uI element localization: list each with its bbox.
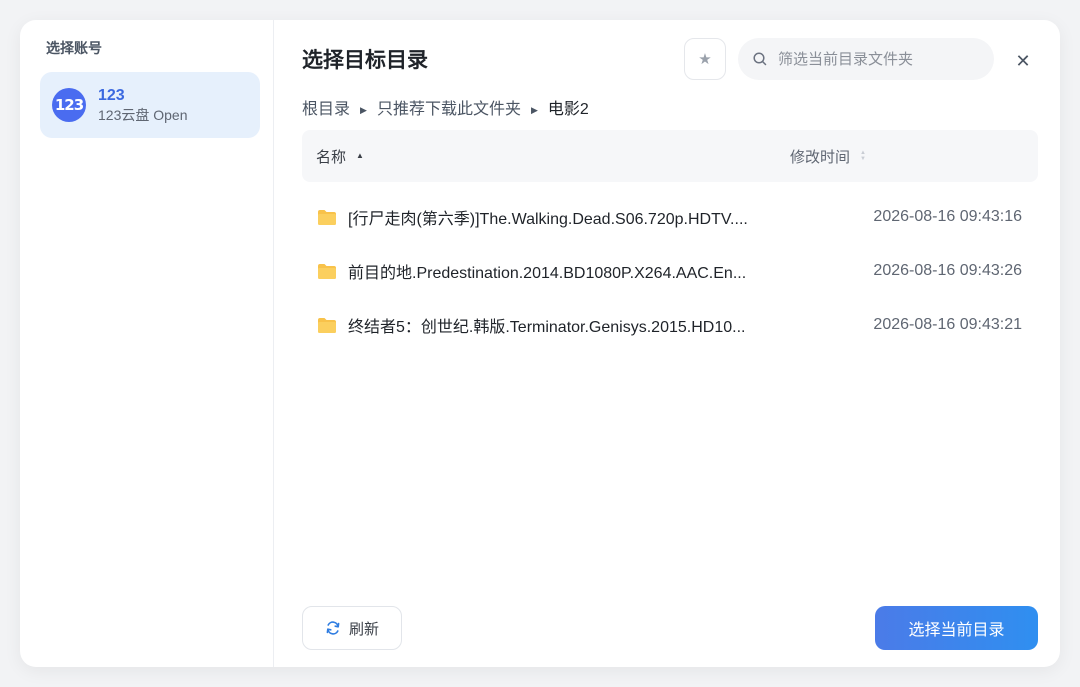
modified-time: 2026-08-16 09:43:26 bbox=[873, 262, 1022, 279]
directory-panel: 选择目标目录 ★ ✕ 根目录 ▶ 只推荐下载此文件夹 ▶ 电影2 名称 ▲ bbox=[274, 20, 1060, 667]
folder-icon bbox=[318, 210, 336, 225]
sort-ascending-icon: ▲ bbox=[356, 151, 364, 160]
breadcrumb: 根目录 ▶ 只推荐下载此文件夹 ▶ 电影2 bbox=[302, 100, 589, 120]
column-name-label: 名称 bbox=[316, 148, 347, 166]
folder-list: [行尸走肉(第六季)]The.Walking.Dead.S06.720p.HDT… bbox=[302, 190, 1038, 352]
modified-time: 2026-08-16 09:43:21 bbox=[873, 316, 1022, 333]
sort-icon: ▲ ▼ bbox=[860, 150, 866, 162]
table-row[interactable]: [行尸走肉(第六季)]The.Walking.Dead.S06.720p.HDT… bbox=[302, 190, 1038, 244]
select-current-directory-button[interactable]: 选择当前目录 bbox=[875, 606, 1038, 650]
account-item-123[interactable]: 123 123 123云盘 Open bbox=[40, 72, 260, 138]
table-row[interactable]: 前目的地.Predestination.2014.BD1080P.X264.AA… bbox=[302, 244, 1038, 298]
search-icon bbox=[752, 51, 768, 67]
folder-icon bbox=[318, 264, 336, 279]
account-subtitle: 123云盘 Open bbox=[98, 107, 188, 123]
account-sidebar: 选择账号 123 123 123云盘 Open bbox=[20, 20, 274, 667]
column-modified-label: 修改时间 bbox=[790, 148, 851, 166]
sidebar-title: 选择账号 bbox=[46, 40, 102, 56]
select-directory-dialog: 选择账号 123 123 123云盘 Open 选择目标目录 ★ ✕ 根目录 ▶… bbox=[20, 20, 1060, 667]
folder-name: 前目的地.Predestination.2014.BD1080P.X264.AA… bbox=[348, 265, 747, 282]
chevron-right-icon: ▶ bbox=[360, 105, 367, 115]
breadcrumb-root[interactable]: 根目录 bbox=[302, 100, 350, 120]
breadcrumb-current: 电影2 bbox=[547, 101, 589, 118]
column-name-header[interactable]: 名称 ▲ bbox=[316, 146, 364, 167]
search-box[interactable] bbox=[738, 38, 994, 80]
refresh-label: 刷新 bbox=[348, 620, 379, 638]
search-input[interactable] bbox=[778, 50, 978, 68]
folder-name: 终结者5：创世纪.韩版.Terminator.Genisys.2015.HD10… bbox=[348, 319, 746, 336]
column-modified-header[interactable]: 修改时间 ▲ ▼ bbox=[790, 146, 866, 167]
folder-name: [行尸走肉(第六季)]The.Walking.Dead.S06.720p.HDT… bbox=[348, 211, 748, 228]
table-row[interactable]: 终结者5：创世纪.韩版.Terminator.Genisys.2015.HD10… bbox=[302, 298, 1038, 352]
123pan-logo-icon: 123 bbox=[52, 88, 86, 122]
dialog-title: 选择目标目录 bbox=[302, 49, 428, 72]
modified-time: 2026-08-16 09:43:16 bbox=[873, 208, 1022, 225]
favorite-button[interactable]: ★ bbox=[684, 38, 726, 80]
star-icon: ★ bbox=[698, 51, 712, 68]
refresh-icon bbox=[325, 620, 341, 636]
chevron-right-icon: ▶ bbox=[530, 105, 538, 115]
account-name: 123 bbox=[98, 87, 125, 104]
table-header: 名称 ▲ 修改时间 ▲ ▼ bbox=[302, 130, 1038, 182]
breadcrumb-folder[interactable]: 只推荐下载此文件夹 bbox=[377, 100, 521, 120]
close-icon: ✕ bbox=[1015, 50, 1031, 71]
refresh-button[interactable]: 刷新 bbox=[302, 606, 402, 650]
close-button[interactable]: ✕ bbox=[1012, 50, 1034, 72]
folder-icon bbox=[318, 318, 336, 333]
